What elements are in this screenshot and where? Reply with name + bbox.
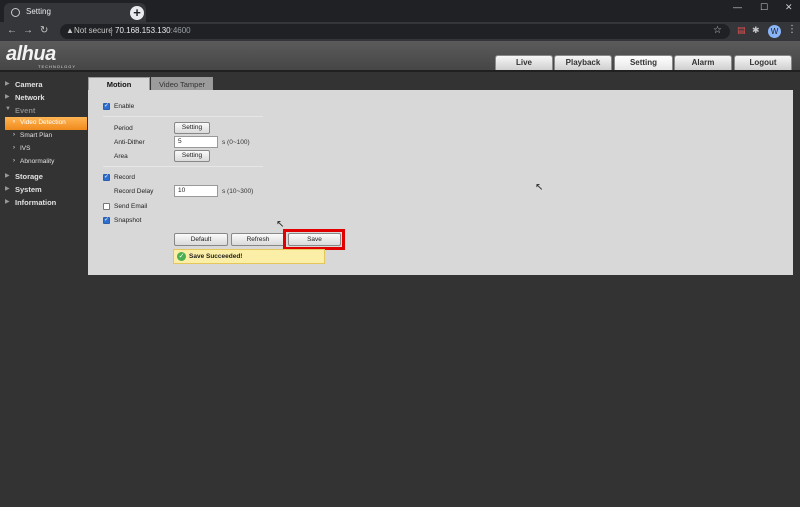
snapshot-label: Snapshot bbox=[114, 217, 142, 224]
chevron-right-icon: ▶ bbox=[5, 81, 10, 87]
record-checkbox[interactable] bbox=[103, 173, 110, 181]
url-port: :4600 bbox=[170, 26, 191, 35]
chevron-right-icon: ▶ bbox=[5, 173, 10, 179]
minimize-icon[interactable]: — bbox=[733, 2, 742, 12]
send-email-label: Send Email bbox=[114, 203, 148, 210]
sidebar-item-label: Camera bbox=[15, 80, 43, 89]
brand-logo-sub: TECHNOLOGY bbox=[38, 64, 77, 69]
chevron-right-icon: › bbox=[13, 158, 15, 164]
sidebar-item-label: Smart Plan bbox=[20, 132, 53, 139]
area-setting-button[interactable]: Setting bbox=[174, 150, 210, 162]
chevron-right-icon: ▶ bbox=[5, 186, 10, 192]
save-highlight-box bbox=[283, 229, 345, 250]
tab-setting[interactable]: Setting bbox=[614, 55, 673, 70]
chevron-right-icon: ▶ bbox=[5, 94, 10, 100]
reload-icon[interactable]: ↻ bbox=[40, 25, 48, 36]
tab-playback[interactable]: Playback bbox=[554, 55, 612, 70]
send-email-checkbox[interactable] bbox=[103, 203, 110, 210]
period-label: Period bbox=[114, 125, 133, 132]
chevron-right-icon: › bbox=[13, 132, 15, 138]
address-bar[interactable]: ▲ Not secure 70.168.153.130:4600 ☆ bbox=[60, 24, 730, 39]
tab-video-tamper[interactable]: Video Tamper bbox=[151, 77, 213, 91]
mouse-pointer-icon: ↖ bbox=[535, 182, 544, 193]
forward-icon[interactable]: → bbox=[23, 25, 33, 36]
enable-label: Enable bbox=[114, 103, 135, 110]
sidebar-item-label: Information bbox=[15, 198, 57, 207]
warning-icon[interactable]: ▲ bbox=[66, 26, 74, 35]
chevron-right-icon: › bbox=[13, 119, 15, 125]
avatar[interactable]: W bbox=[768, 25, 781, 38]
browser-tab-bar: Setting × + — ☐ ✕ bbox=[0, 0, 800, 22]
enable-checkbox[interactable] bbox=[103, 102, 110, 110]
area-label: Area bbox=[114, 153, 128, 160]
sidebar-item-camera[interactable]: ▶ Camera bbox=[0, 78, 87, 91]
default-button[interactable]: Default bbox=[174, 233, 228, 246]
motion-detection-panel bbox=[88, 90, 793, 275]
mouse-pointer-icon: ↖ bbox=[276, 219, 285, 230]
new-tab-button[interactable]: + bbox=[130, 6, 144, 20]
maximize-icon[interactable]: ☐ bbox=[760, 2, 768, 13]
bookmark-star-icon[interactable]: ☆ bbox=[713, 25, 722, 36]
tab-alarm[interactable]: Alarm bbox=[674, 55, 732, 70]
section-divider bbox=[103, 116, 263, 117]
browser-tab[interactable]: Setting × bbox=[4, 3, 146, 22]
not-secure-label[interactable]: Not secure bbox=[74, 26, 113, 35]
sidebar-item-event[interactable]: ▼ Event bbox=[0, 104, 87, 117]
section-divider bbox=[103, 166, 263, 167]
brand-logo: alhua bbox=[6, 43, 56, 65]
omnibox-divider bbox=[111, 27, 112, 36]
tab-motion-detection[interactable]: Motion Detection bbox=[88, 77, 150, 102]
sidebar-item-abnormality[interactable]: › Abnormality bbox=[0, 156, 87, 169]
browser-toolbar: ← → ↻ ▲ Not secure 70.168.153.130:4600 ☆… bbox=[0, 22, 800, 41]
sidebar-item-ivs[interactable]: › IVS bbox=[0, 143, 87, 156]
sidebar-item-label: Abnormality bbox=[20, 158, 55, 165]
snapshot-checkbox[interactable] bbox=[103, 216, 110, 224]
anti-dither-unit: s (0~100) bbox=[222, 139, 250, 146]
sidebar-item-label: System bbox=[15, 185, 42, 194]
chevron-right-icon: › bbox=[13, 145, 15, 151]
sidebar-item-smart-plan[interactable]: › Smart Plan bbox=[0, 130, 87, 143]
record-delay-input[interactable]: 10 bbox=[174, 185, 218, 197]
sidebar-item-label: Storage bbox=[15, 172, 43, 181]
globe-icon bbox=[11, 8, 20, 17]
sidebar-item-storage[interactable]: ▶ Storage bbox=[0, 170, 87, 183]
back-icon[interactable]: ← bbox=[7, 25, 17, 36]
tab-live[interactable]: Live bbox=[495, 55, 553, 70]
record-label: Record bbox=[114, 174, 135, 181]
record-delay-unit: s (10~300) bbox=[222, 188, 254, 195]
check-circle-icon: ✓ bbox=[177, 252, 186, 261]
sidebar-item-label: Event bbox=[15, 106, 36, 115]
sidebar-item-system[interactable]: ▶ System bbox=[0, 183, 87, 196]
sidebar-item-label: IVS bbox=[20, 145, 31, 152]
save-succeeded-toast: ✓ Save Succeeded! bbox=[173, 249, 325, 264]
anti-dither-label: Anti-Dither bbox=[114, 139, 145, 146]
close-window-icon[interactable]: ✕ bbox=[785, 2, 793, 13]
chevron-down-icon: ▼ bbox=[5, 106, 11, 112]
anti-dither-input[interactable]: 5 bbox=[174, 136, 218, 148]
sidebar-item-label: Network bbox=[15, 93, 45, 102]
chevron-right-icon: ▶ bbox=[5, 199, 10, 205]
pdf-extension-icon[interactable]: ▤ bbox=[737, 25, 746, 36]
header-divider bbox=[0, 70, 800, 72]
period-setting-button[interactable]: Setting bbox=[174, 122, 210, 134]
sidebar-item-network[interactable]: ▶ Network bbox=[0, 91, 87, 104]
sidebar-item-information[interactable]: ▶ Information bbox=[0, 196, 87, 209]
record-delay-label: Record Delay bbox=[114, 188, 154, 195]
refresh-button[interactable]: Refresh bbox=[231, 233, 285, 246]
url-host: 70.168.153.130 bbox=[115, 26, 171, 35]
tab-logout[interactable]: Logout bbox=[734, 55, 792, 70]
puzzle-icon[interactable]: ✱ bbox=[752, 25, 760, 36]
sidebar-item-label: Video Detection bbox=[20, 119, 66, 126]
toast-message: Save Succeeded! bbox=[189, 253, 243, 260]
browser-tab-title: Setting bbox=[26, 7, 51, 16]
sidebar-item-video-detection[interactable]: › Video Detection bbox=[5, 117, 87, 130]
url-text[interactable]: 70.168.153.130:4600 bbox=[115, 26, 191, 35]
more-menu-icon[interactable]: ⋮ bbox=[787, 24, 797, 35]
